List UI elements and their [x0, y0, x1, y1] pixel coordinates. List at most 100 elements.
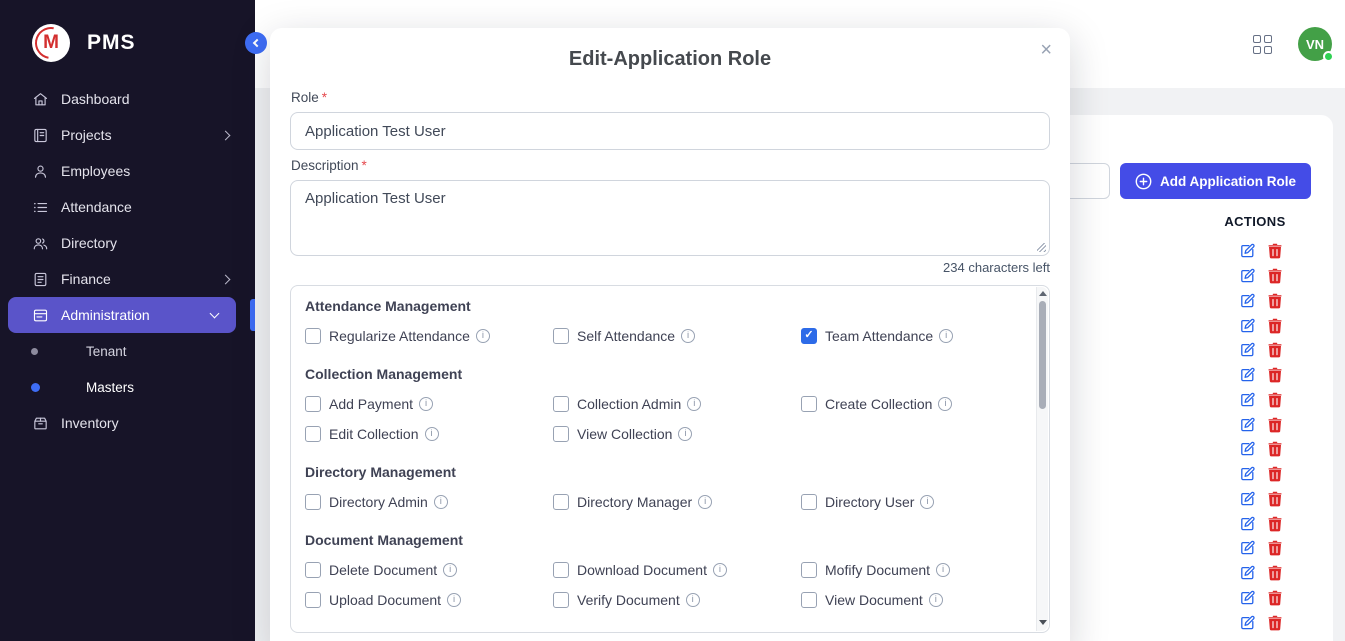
info-icon[interactable]: i: [929, 593, 943, 607]
sidebar-subitem-tenant[interactable]: Tenant: [0, 333, 255, 369]
scroll-down-arrow-icon[interactable]: [1039, 620, 1047, 625]
permission-team-attendance[interactable]: Team Attendancei: [801, 327, 1019, 344]
delete-icon[interactable]: [1268, 615, 1282, 631]
delete-icon[interactable]: [1268, 491, 1282, 507]
checkbox-icon[interactable]: [305, 494, 321, 510]
edit-icon[interactable]: [1240, 392, 1256, 408]
checkbox-icon[interactable]: [801, 592, 817, 608]
edit-icon[interactable]: [1240, 417, 1256, 433]
edit-icon[interactable]: [1240, 243, 1256, 259]
info-icon[interactable]: i: [476, 329, 490, 343]
scroll-up-arrow-icon[interactable]: [1039, 291, 1047, 296]
edit-icon[interactable]: [1240, 268, 1256, 284]
info-icon[interactable]: i: [681, 329, 695, 343]
checkbox-icon[interactable]: [305, 426, 321, 442]
edit-icon[interactable]: [1240, 367, 1256, 383]
info-icon[interactable]: i: [938, 397, 952, 411]
edit-icon[interactable]: [1240, 540, 1256, 556]
edit-icon[interactable]: [1240, 466, 1256, 482]
edit-icon[interactable]: [1240, 342, 1256, 358]
sidebar-collapse-button[interactable]: [245, 32, 267, 54]
sidebar-item-employees[interactable]: Employees: [0, 153, 255, 189]
info-icon[interactable]: i: [443, 563, 457, 577]
delete-icon[interactable]: [1268, 565, 1282, 581]
permission-verify-document[interactable]: Verify Documenti: [553, 591, 801, 608]
edit-icon[interactable]: [1240, 293, 1256, 309]
sidebar-subitem-masters[interactable]: Masters: [0, 369, 255, 405]
delete-icon[interactable]: [1268, 392, 1282, 408]
info-icon[interactable]: i: [434, 495, 448, 509]
delete-icon[interactable]: [1268, 590, 1282, 606]
edit-icon[interactable]: [1240, 565, 1256, 581]
delete-icon[interactable]: [1268, 540, 1282, 556]
permission-create-collection[interactable]: Create Collectioni: [801, 395, 1019, 412]
permission-directory-manager[interactable]: Directory Manageri: [553, 493, 801, 510]
checkbox-icon[interactable]: [801, 396, 817, 412]
checkbox-icon[interactable]: [553, 426, 569, 442]
permission-download-document[interactable]: Download Documenti: [553, 561, 801, 578]
info-icon[interactable]: i: [425, 427, 439, 441]
role-input[interactable]: [290, 112, 1050, 150]
permission-mofify-document[interactable]: Mofify Documenti: [801, 561, 1019, 578]
sidebar-item-attendance[interactable]: Attendance: [0, 189, 255, 225]
sidebar-item-finance[interactable]: Finance: [0, 261, 255, 297]
permission-view-document[interactable]: View Documenti: [801, 591, 1019, 608]
checkbox-icon[interactable]: [553, 592, 569, 608]
checkbox-icon[interactable]: [305, 592, 321, 608]
info-icon[interactable]: i: [920, 495, 934, 509]
delete-icon[interactable]: [1268, 466, 1282, 482]
edit-icon[interactable]: [1240, 441, 1256, 457]
permission-directory-admin[interactable]: Directory Admini: [305, 493, 553, 510]
sidebar-item-projects[interactable]: Projects: [0, 117, 255, 153]
edit-icon[interactable]: [1240, 491, 1256, 507]
delete-icon[interactable]: [1268, 268, 1282, 284]
info-icon[interactable]: i: [447, 593, 461, 607]
permission-upload-document[interactable]: Upload Documenti: [305, 591, 553, 608]
scrollbar[interactable]: [1036, 287, 1048, 631]
info-icon[interactable]: i: [713, 563, 727, 577]
close-icon[interactable]: ×: [1040, 40, 1052, 60]
checkbox-icon[interactable]: [553, 562, 569, 578]
edit-icon[interactable]: [1240, 590, 1256, 606]
info-icon[interactable]: i: [678, 427, 692, 441]
delete-icon[interactable]: [1268, 417, 1282, 433]
permission-view-collection[interactable]: View Collectioni: [553, 425, 801, 442]
info-icon[interactable]: i: [936, 563, 950, 577]
sidebar-item-directory[interactable]: Directory: [0, 225, 255, 261]
info-icon[interactable]: i: [698, 495, 712, 509]
edit-icon[interactable]: [1240, 516, 1256, 532]
checkbox-icon[interactable]: [553, 328, 569, 344]
edit-icon[interactable]: [1240, 615, 1256, 631]
apps-grid-icon[interactable]: [1253, 35, 1272, 54]
permission-directory-user[interactable]: Directory Useri: [801, 493, 1019, 510]
info-icon[interactable]: i: [687, 397, 701, 411]
edit-icon[interactable]: [1240, 318, 1256, 334]
checkbox-icon[interactable]: [801, 328, 817, 344]
permission-self-attendance[interactable]: Self Attendancei: [553, 327, 801, 344]
info-icon[interactable]: i: [419, 397, 433, 411]
delete-icon[interactable]: [1268, 516, 1282, 532]
delete-icon[interactable]: [1268, 243, 1282, 259]
permission-regularize-attendance[interactable]: Regularize Attendancei: [305, 327, 553, 344]
delete-icon[interactable]: [1268, 342, 1282, 358]
checkbox-icon[interactable]: [553, 396, 569, 412]
description-textarea[interactable]: Application Test User: [290, 180, 1050, 256]
permission-edit-collection[interactable]: Edit Collectioni: [305, 425, 553, 442]
sidebar-item-inventory[interactable]: Inventory: [0, 405, 255, 441]
resize-handle[interactable]: [1037, 243, 1046, 252]
delete-icon[interactable]: [1268, 367, 1282, 383]
checkbox-icon[interactable]: [305, 328, 321, 344]
info-icon[interactable]: i: [686, 593, 700, 607]
permission-collection-admin[interactable]: Collection Admini: [553, 395, 801, 412]
permission-delete-document[interactable]: Delete Documenti: [305, 561, 553, 578]
checkbox-icon[interactable]: [553, 494, 569, 510]
checkbox-icon[interactable]: [801, 562, 817, 578]
scrollbar-thumb[interactable]: [1039, 301, 1046, 409]
sidebar-item-administration[interactable]: Administration: [8, 297, 236, 333]
info-icon[interactable]: i: [939, 329, 953, 343]
sidebar-item-dashboard[interactable]: Dashboard: [0, 81, 255, 117]
user-avatar[interactable]: VN: [1298, 27, 1332, 61]
checkbox-icon[interactable]: [305, 396, 321, 412]
checkbox-icon[interactable]: [801, 494, 817, 510]
delete-icon[interactable]: [1268, 441, 1282, 457]
